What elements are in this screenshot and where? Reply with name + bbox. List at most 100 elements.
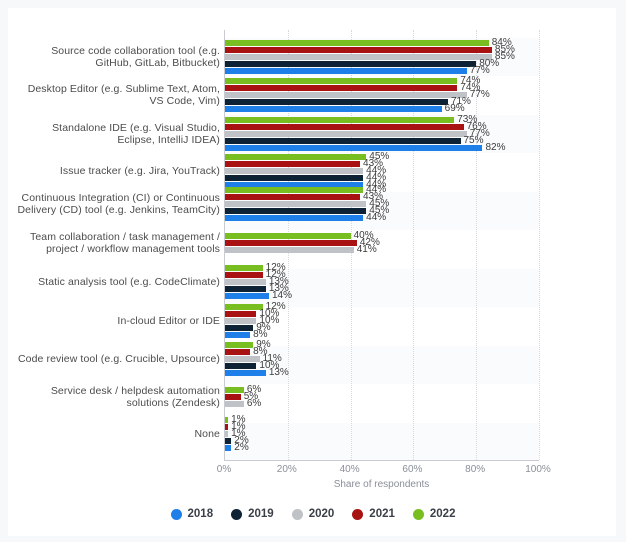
bar-2022 xyxy=(225,116,455,123)
legend-label: 2019 xyxy=(248,508,274,520)
category-label: In-cloud Editor or IDE xyxy=(117,314,220,327)
plot-row-band xyxy=(225,423,539,460)
bar-2022 xyxy=(225,416,229,423)
x-tick-label: 20% xyxy=(276,464,297,475)
category-label: Desktop Editor (e.g. Sublime Text, Atom,… xyxy=(27,82,220,108)
legend-item-2022[interactable]: 2022 xyxy=(412,508,456,520)
bar-2021 xyxy=(225,123,464,130)
bar-2022 xyxy=(225,386,244,393)
bar-value-label: 6% xyxy=(246,398,262,410)
bar-2018 xyxy=(225,215,364,222)
bar-2020 xyxy=(225,279,266,285)
bar-2019 xyxy=(225,175,364,182)
bar-2018 xyxy=(225,332,251,339)
page-background-bottom xyxy=(0,536,626,542)
legend-label: 2022 xyxy=(429,508,456,520)
gridline xyxy=(539,30,540,460)
x-axis-title: Share of respondents xyxy=(333,479,430,490)
category-label: Service desk / helpdesk automation solut… xyxy=(50,384,220,410)
bar-2022 xyxy=(225,39,489,46)
bar-value-label: 69% xyxy=(444,103,465,115)
bar-2022 xyxy=(225,232,351,239)
chart-legend: 2018 2019 2020 2021 2022 xyxy=(0,508,626,520)
x-tick-label: 80% xyxy=(465,464,486,475)
bar-2018 xyxy=(225,68,467,75)
bar-2019 xyxy=(225,363,257,370)
x-axis-line xyxy=(224,460,539,461)
category-label: None xyxy=(194,427,220,440)
bar-2021 xyxy=(225,423,229,430)
bar-2021 xyxy=(225,193,361,200)
bar-2020 xyxy=(225,92,467,98)
bar-2020 xyxy=(225,247,354,254)
legend-swatch-icon xyxy=(231,508,243,520)
category-label: Static analysis tool (e.g. CodeClimate) xyxy=(38,275,220,288)
bar-2018 xyxy=(225,370,266,377)
bar-2019 xyxy=(225,325,254,332)
x-tick-label: 0% xyxy=(216,464,232,475)
bar-2022 xyxy=(225,153,367,160)
legend-item-2020[interactable]: 2020 xyxy=(291,508,335,520)
category-label: Team collaboration / task management / p… xyxy=(30,230,220,256)
bar-2020 xyxy=(225,131,467,137)
category-label: Code review tool (e.g. Crucible, Upsourc… xyxy=(17,352,220,365)
bar-2019 xyxy=(225,61,477,68)
bar-2018 xyxy=(225,106,442,113)
legend-swatch-icon xyxy=(412,508,424,520)
bar-2022 xyxy=(225,264,263,271)
legend-swatch-icon xyxy=(170,508,182,520)
category-axis-labels: Source code collaboration tool (e.g. Git… xyxy=(8,30,220,460)
bar-2019 xyxy=(225,99,448,106)
bar-2022 xyxy=(225,341,254,348)
bar-2018 xyxy=(225,145,483,152)
category-label: Source code collaboration tool (e.g. Git… xyxy=(51,44,220,70)
bar-2021 xyxy=(225,84,458,91)
bar-2020 xyxy=(225,201,367,207)
bar-2019 xyxy=(225,438,232,445)
bar-2022 xyxy=(225,186,364,193)
bar-value-label: 44% xyxy=(366,212,387,224)
bar-value-label: 2% xyxy=(234,442,249,454)
bar-value-label: 14% xyxy=(271,290,292,302)
x-tick-label: 40% xyxy=(339,464,360,475)
category-label: Standalone IDE (e.g. Visual Studio, Ecli… xyxy=(52,121,220,147)
x-tick-label: 60% xyxy=(402,464,423,475)
legend-label: 2021 xyxy=(369,508,395,520)
bar-2022 xyxy=(225,303,263,310)
bar-2019 xyxy=(225,138,461,145)
bar-2020 xyxy=(225,54,492,60)
legend-item-2019[interactable]: 2019 xyxy=(231,508,274,520)
x-tick-label: 100% xyxy=(525,464,551,475)
bar-2021 xyxy=(225,46,492,53)
bar-2019 xyxy=(225,208,367,215)
legend-swatch-icon xyxy=(291,508,303,520)
bar-2022 xyxy=(225,77,458,84)
bar-2020 xyxy=(225,401,244,408)
bar-2018 xyxy=(225,293,269,300)
category-label: Issue tracker (e.g. Jira, YouTrack) xyxy=(59,164,220,177)
bar-value-label: 82% xyxy=(485,142,506,154)
bar-value-label: 77% xyxy=(469,89,490,100)
bar-2021 xyxy=(225,310,257,317)
bar-value-label: 13% xyxy=(268,367,289,379)
bar-2019 xyxy=(225,286,266,293)
chart-page: Source code collaboration tool (e.g. Git… xyxy=(0,0,626,542)
legend-swatch-icon xyxy=(352,508,364,520)
bar-2020 xyxy=(225,318,257,324)
category-label: Continuous Integration (CI) or Continuou… xyxy=(17,191,220,217)
plot-area: 84% 85% 85% 80% 77% 74% 74% 77% 71% 69% 73% 76% 77% 7… xyxy=(224,30,540,460)
bar-2020 xyxy=(225,431,229,437)
legend-item-2018[interactable]: 2018 xyxy=(170,508,214,520)
bar-chart: Source code collaboration tool (e.g. Git… xyxy=(0,0,626,498)
bar-2018 xyxy=(225,445,232,452)
bar-2021 xyxy=(225,240,357,246)
legend-label: 2018 xyxy=(187,508,214,520)
bar-2021 xyxy=(225,394,241,400)
bar-2020 xyxy=(225,168,364,174)
legend-label: 2020 xyxy=(308,508,335,520)
bar-2021 xyxy=(225,348,251,355)
bar-2020 xyxy=(225,356,260,362)
bar-2021 xyxy=(225,160,361,167)
bar-value-label: 41% xyxy=(356,244,377,256)
legend-item-2021[interactable]: 2021 xyxy=(352,508,395,520)
